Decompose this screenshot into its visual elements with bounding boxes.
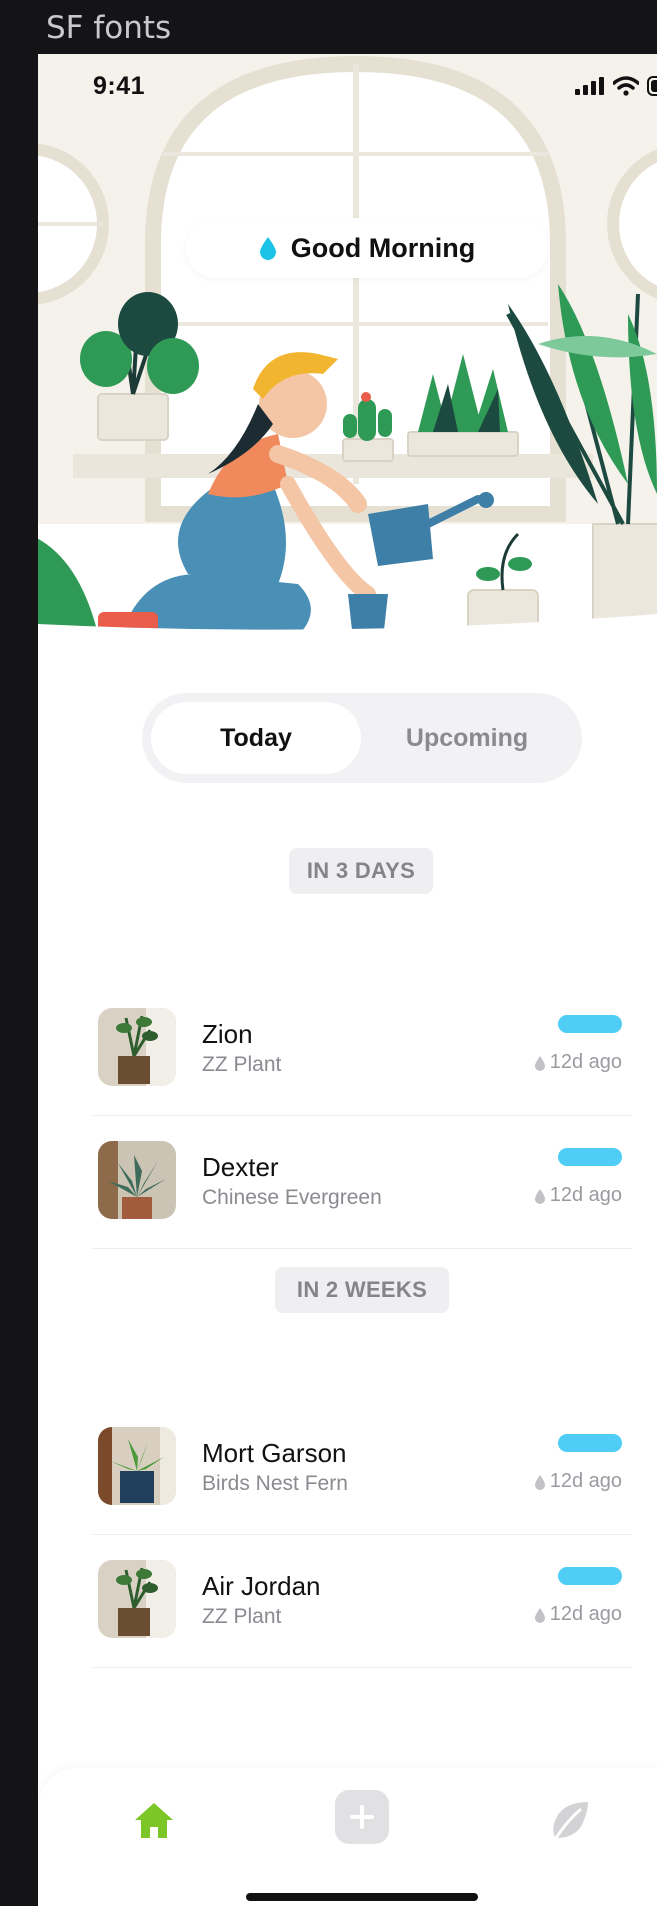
day-segmented-control: Today Upcoming bbox=[142, 693, 582, 783]
home-icon bbox=[135, 1803, 173, 1838]
status-bar: 9:41 bbox=[38, 54, 657, 104]
plant-name: Zion bbox=[202, 1019, 253, 1049]
greeting-pill: Good Morning bbox=[186, 218, 548, 278]
home-tab[interactable] bbox=[133, 1800, 175, 1842]
frame-label: SF fonts bbox=[46, 10, 172, 46]
phone-screen: 9:41 Good Morning Today Upcoming IN 3 DA… bbox=[38, 54, 657, 1906]
watering-status-bar bbox=[558, 1015, 622, 1033]
last-watered: 12d ago bbox=[534, 1470, 622, 1493]
last-watered: 12d ago bbox=[534, 1051, 622, 1074]
plant-name: Mort Garson bbox=[202, 1438, 347, 1468]
water-drop-icon bbox=[534, 1607, 545, 1623]
last-watered-text: 12d ago bbox=[549, 1184, 622, 1206]
water-drop-icon bbox=[534, 1188, 545, 1204]
status-icons bbox=[575, 76, 657, 96]
section-label-in-3-days: IN 3 DAYS bbox=[289, 848, 433, 894]
plants-tab[interactable] bbox=[548, 1798, 592, 1842]
status-time: 9:41 bbox=[93, 71, 146, 100]
last-watered-text: 12d ago bbox=[549, 1051, 622, 1073]
water-drop-icon bbox=[259, 237, 276, 260]
watering-status-bar bbox=[558, 1567, 622, 1585]
plant-species: Birds Nest Fern bbox=[202, 1472, 348, 1495]
add-plant-button[interactable] bbox=[335, 1790, 389, 1844]
last-watered-text: 12d ago bbox=[549, 1603, 622, 1625]
leaf-icon bbox=[553, 1802, 588, 1840]
plant-species: ZZ Plant bbox=[202, 1605, 282, 1628]
watering-status-bar bbox=[558, 1434, 622, 1452]
water-drop-icon bbox=[534, 1474, 545, 1490]
plant-row[interactable]: Mort Garson Birds Nest Fern 12d ago bbox=[93, 1402, 632, 1535]
wifi-icon bbox=[613, 76, 639, 96]
last-watered: 12d ago bbox=[534, 1184, 622, 1207]
tab-upcoming[interactable]: Upcoming bbox=[361, 702, 573, 774]
watering-status-bar bbox=[558, 1148, 622, 1166]
plus-icon bbox=[350, 1805, 374, 1829]
hero-illustration: 9:41 Good Morning bbox=[38, 54, 657, 646]
bottom-tab-bar bbox=[38, 1768, 657, 1906]
home-indicator bbox=[246, 1893, 478, 1901]
plant-species: Chinese Evergreen bbox=[202, 1186, 382, 1209]
signal-icon bbox=[575, 77, 604, 95]
water-drop-icon bbox=[534, 1055, 545, 1071]
plant-thumbnail bbox=[98, 1141, 176, 1219]
plant-row[interactable]: Dexter Chinese Evergreen 12d ago bbox=[93, 1116, 632, 1249]
plant-row[interactable]: Air Jordan ZZ Plant 12d ago bbox=[93, 1535, 632, 1668]
plant-thumbnail bbox=[98, 1560, 176, 1638]
last-watered-text: 12d ago bbox=[549, 1470, 622, 1492]
battery-icon bbox=[647, 76, 657, 96]
plant-name: Dexter bbox=[202, 1152, 279, 1182]
section-label-in-2-weeks: IN 2 WEEKS bbox=[275, 1267, 449, 1313]
greeting-text: Good Morning bbox=[290, 232, 476, 263]
plant-row[interactable]: Zion ZZ Plant 12d ago bbox=[93, 983, 632, 1116]
tab-today[interactable]: Today bbox=[151, 702, 361, 774]
last-watered: 12d ago bbox=[534, 1603, 622, 1626]
gardening-illustration bbox=[38, 54, 657, 630]
plant-thumbnail bbox=[98, 1008, 176, 1086]
plant-species: ZZ Plant bbox=[202, 1053, 282, 1076]
plant-name: Air Jordan bbox=[202, 1571, 321, 1601]
plant-thumbnail bbox=[98, 1427, 176, 1505]
